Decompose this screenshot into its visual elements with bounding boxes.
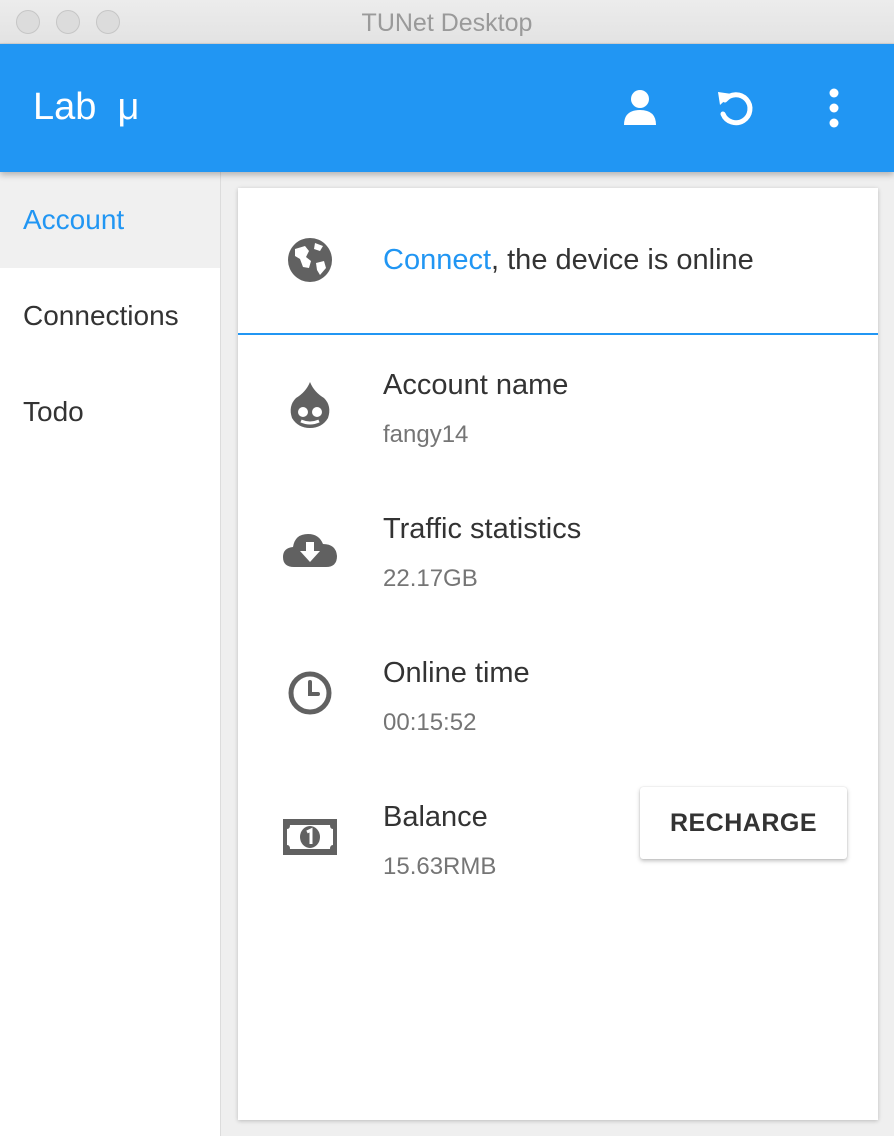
window-title: TUNet Desktop [361,9,533,37]
more-vert-icon [829,88,839,128]
online-time-label: Online time [383,657,530,689]
cloud-download-icon [282,521,338,577]
sidebar: Account Connections Todo [0,172,221,1136]
account-button[interactable] [614,82,666,134]
balance-label: Balance [383,801,488,833]
traffic-statistics-row: Traffic statistics 22.17GB [238,513,878,633]
sidebar-item-account[interactable]: Account [0,172,220,268]
sidebar-item-todo[interactable]: Todo [0,364,220,460]
money-icon [282,809,338,865]
app-title: Lab μ [33,86,140,128]
connect-link[interactable]: Connect [383,244,491,276]
traffic-statistics-value: 22.17GB [383,565,478,592]
account-name-value: fangy14 [383,421,469,448]
sidebar-item-connections[interactable]: Connections [0,268,220,364]
online-time-value: 00:15:52 [383,709,477,736]
account-name-label: Account name [383,369,569,401]
refresh-button[interactable] [710,82,762,134]
app-bar: Lab μ [0,44,894,172]
online-time-row: Online time 00:15:52 [238,657,878,777]
refresh-icon [718,92,753,126]
account-name-row: Account name fangy14 [238,369,878,489]
more-options-button[interactable] [808,82,860,134]
globe-icon [282,232,338,288]
balance-value: 15.63RMB [383,853,497,880]
connection-status-row: Connect, the device is online [238,188,878,335]
recharge-button[interactable]: RECHARGE [640,787,847,859]
balance-row: Balance 15.63RMB RECHARGE [238,787,878,921]
traffic-statistics-label: Traffic statistics [383,513,582,545]
drupal-icon [282,377,338,433]
clock-icon [282,665,338,721]
window-titlebar: TUNet Desktop [0,0,894,44]
account-icon [624,90,656,125]
connection-status-text: Connect, the device is online [383,244,754,277]
account-card: Connect, the device is online Account na… [238,188,878,1120]
status-message: , the device is online [491,244,754,276]
